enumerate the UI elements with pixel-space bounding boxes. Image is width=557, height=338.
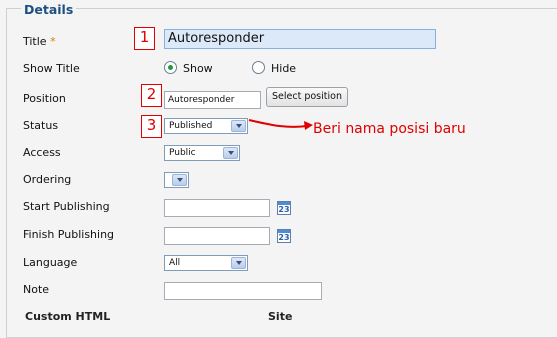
title-label: Title — [23, 35, 47, 48]
status-select-value: Published — [169, 121, 213, 131]
select-position-button[interactable]: Select position — [266, 87, 348, 107]
finish-publishing-input[interactable] — [164, 227, 270, 245]
marker-3: 3 — [141, 115, 162, 138]
show-radio[interactable] — [164, 61, 177, 74]
finish-publishing-label: Finish Publishing — [23, 228, 115, 241]
title-input[interactable]: Autoresponder — [164, 29, 436, 49]
language-label: Language — [23, 256, 78, 269]
access-label: Access — [23, 146, 61, 159]
hide-radio[interactable] — [252, 61, 265, 74]
show-title-label: Show Title — [23, 62, 80, 75]
marker-2: 2 — [141, 84, 162, 107]
annotation-text: Beri nama posisi baru — [313, 121, 466, 137]
chevron-down-icon — [172, 174, 187, 186]
details-legend: Details — [21, 2, 77, 17]
custom-html-heading: Custom HTML — [25, 310, 111, 323]
title-label-row: Title * — [23, 35, 56, 48]
access-select[interactable]: Public — [164, 145, 240, 161]
start-publishing-label: Start Publishing — [23, 200, 110, 213]
chevron-down-icon — [231, 257, 246, 269]
calendar-icon[interactable]: 23 — [277, 229, 291, 243]
ordering-label: Ordering — [23, 173, 72, 186]
status-select[interactable]: Published — [164, 118, 248, 134]
chevron-down-icon — [231, 120, 246, 132]
note-label: Note — [23, 283, 50, 296]
ordering-select[interactable] — [164, 172, 189, 188]
calendar-icon[interactable]: 23 — [277, 201, 291, 215]
note-input[interactable] — [164, 282, 322, 300]
access-select-value: Public — [169, 148, 196, 158]
position-input[interactable]: Autoresponder — [164, 91, 261, 109]
show-radio-label: Show — [183, 62, 213, 75]
language-select[interactable]: All — [164, 255, 248, 271]
chevron-down-icon — [223, 147, 238, 159]
required-mark: * — [50, 35, 56, 48]
arrow-annotation-icon — [248, 119, 313, 130]
start-publishing-input[interactable] — [164, 199, 270, 217]
position-label: Position — [23, 92, 66, 105]
status-label: Status — [23, 119, 59, 132]
language-select-value: All — [169, 258, 181, 268]
hide-radio-label: Hide — [271, 62, 297, 75]
site-heading: Site — [268, 310, 293, 323]
marker-1: 1 — [134, 27, 155, 50]
